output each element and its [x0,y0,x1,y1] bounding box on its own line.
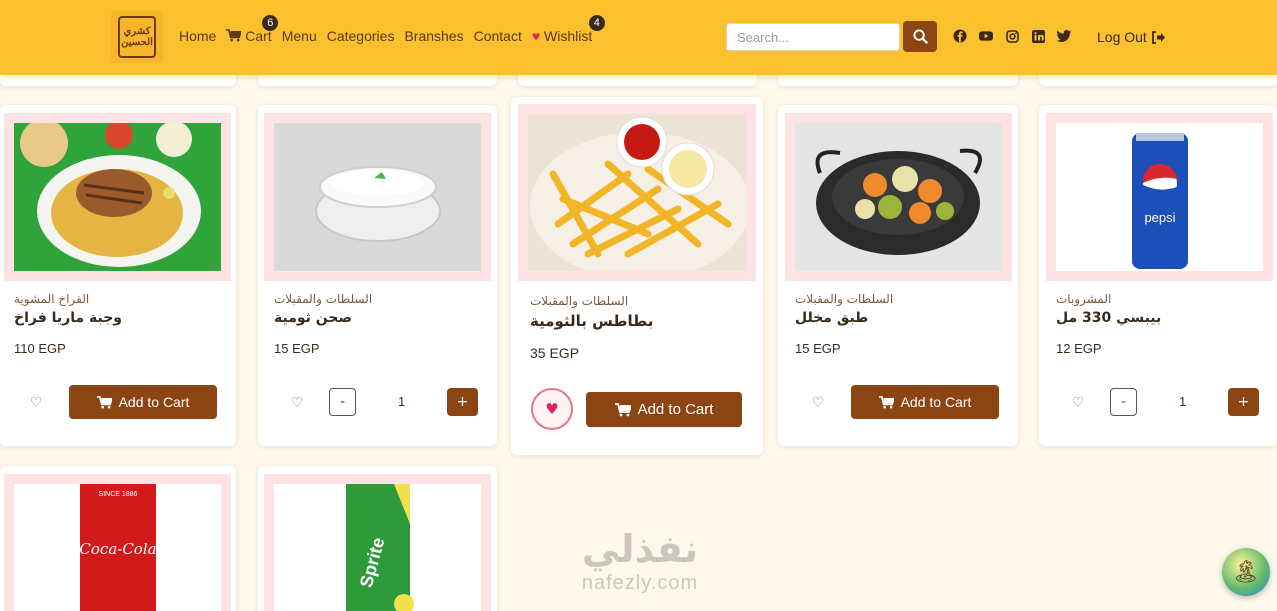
increase-quantity-button[interactable]: + [1228,388,1259,416]
product-image[interactable]: Sprite [274,484,481,611]
social-links [953,29,1071,43]
search-input[interactable] [726,23,900,51]
cart-icon [614,402,631,416]
product-name[interactable]: طبق مخلل [795,310,868,326]
add-to-cart-button[interactable]: Add to Cart [851,385,999,419]
product-image-frame [518,104,756,281]
nav-menu[interactable]: Menu [282,28,317,44]
product-name[interactable]: بيبسي 330 مل [1056,310,1161,326]
product-price: 15 EGP [274,341,320,356]
logout-label: Log Out [1097,29,1147,45]
cart-icon [878,395,894,408]
product-image-frame [264,113,491,281]
product-image[interactable] [274,123,481,271]
decrease-quantity-button[interactable]: - [1110,388,1137,416]
product-card: SINCE 1886 Coca-Cola [0,466,236,611]
palm-island-icon: 🏝 [1232,559,1260,585]
product-category: السلطات والمقبلات [274,292,373,306]
product-category: السلطات والمقبلات [530,294,629,308]
product-image-frame: pepsi [1046,113,1273,281]
search-icon [912,29,928,44]
product-card: الفراخ المشوية وجبة ماريا فراخ 110 EGP ♡… [0,105,236,446]
product-card: السلطات والمقبلات صحن ثومية 15 EGP ♡ - 1… [258,105,497,446]
product-image[interactable] [14,123,221,271]
instagram-icon[interactable] [1005,29,1019,43]
twitter-icon[interactable] [1057,29,1071,43]
product-image-frame: SINCE 1886 Coca-Cola [4,474,231,611]
nav-wishlist-label: Wishlist [544,28,593,44]
coca-cola-since-text: SINCE 1886 [99,491,138,498]
product-card: السلطات والمقبلات طبق مخلل 15 EGP ♡ Add … [778,105,1018,446]
floating-chat-button[interactable]: 🏝 [1222,548,1270,596]
sign-out-icon [1151,30,1165,44]
navbar: كشري الحسين Home Cart 6 Menu Categories … [0,0,1277,75]
add-to-cart-label: Add to Cart [118,394,190,410]
product-category: المشروبات [1056,292,1112,306]
product-image-frame [4,113,231,281]
search-button[interactable] [903,21,937,52]
product-price: 110 EGP [14,341,66,356]
logo-text-1: كشري [123,26,151,37]
product-image[interactable]: SINCE 1886 Coca-Cola [14,484,221,611]
wishlist-heart-icon[interactable]: ♡ [287,393,307,413]
product-image-frame: Sprite [264,474,491,611]
add-to-cart-button[interactable]: Add to Cart [69,385,217,419]
wishlist-heart-icon[interactable]: ♥ [531,388,573,430]
product-category: السلطات والمقبلات [795,292,894,306]
product-price: 12 EGP [1056,341,1102,356]
youtube-icon[interactable] [979,29,993,43]
nav-categories[interactable]: Categories [327,28,395,44]
product-image-frame [785,113,1012,281]
add-to-cart-label: Add to Cart [637,401,714,418]
watermark-arabic: نفذلي [581,527,699,571]
nav-branches[interactable]: Branshes [404,28,463,44]
product-card: Sprite [258,466,497,611]
product-image[interactable] [795,123,1002,271]
logo-text-2: الحسين [121,37,153,48]
nav-contact[interactable]: Contact [474,28,522,44]
decrease-quantity-button[interactable]: - [329,388,356,416]
logout-link[interactable]: Log Out [1097,29,1165,45]
wishlist-heart-icon[interactable]: ♡ [26,393,46,413]
wishlist-count-badge: 4 [588,15,605,31]
heart-icon: ♥ [531,28,541,44]
add-to-cart-button[interactable]: Add to Cart [586,392,742,427]
product-image[interactable] [528,114,746,271]
product-price: 35 EGP [530,345,580,361]
cart-count-badge: 6 [262,15,279,31]
product-card: السلطات والمقبلات بطاطس بالثومية 35 EGP … [511,97,763,455]
product-name[interactable]: صحن ثومية [274,310,352,326]
facebook-icon[interactable] [953,29,967,43]
product-price: 15 EGP [795,341,841,356]
product-category: الفراخ المشوية [14,292,90,306]
linkedin-icon[interactable] [1031,29,1045,43]
watermark-url: nafezly.com [581,572,699,594]
watermark: نفذلي nafezly.com [560,526,720,611]
brand-logo[interactable]: كشري الحسين [111,11,163,63]
wishlist-heart-icon[interactable]: ♡ [808,393,828,413]
cart-icon [96,395,112,408]
nav-cart[interactable]: Cart 6 [226,15,279,44]
product-name[interactable]: بطاطس بالثومية [530,312,653,330]
wishlist-heart-icon[interactable]: ♡ [1068,393,1088,413]
product-name[interactable]: وجبة ماريا فراخ [14,310,122,326]
increase-quantity-button[interactable]: + [447,388,478,416]
product-card: pepsi المشروبات بيبسي 330 مل 12 EGP ♡ - … [1039,105,1277,446]
pepsi-logo-text: pepsi [1144,210,1175,225]
add-to-cart-label: Add to Cart [900,394,972,410]
coca-cola-logo-text: Coca-Cola [79,540,156,558]
nav-wishlist[interactable]: ♥ Wishlist 4 [531,15,605,44]
quantity-value: 1 [398,394,406,409]
nav-links: Home Cart 6 Menu Categories Branshes Con… [179,15,605,44]
nav-home[interactable]: Home [179,28,216,44]
quantity-value: 1 [1179,394,1187,409]
product-image[interactable]: pepsi [1056,123,1263,271]
cart-icon [226,29,243,42]
